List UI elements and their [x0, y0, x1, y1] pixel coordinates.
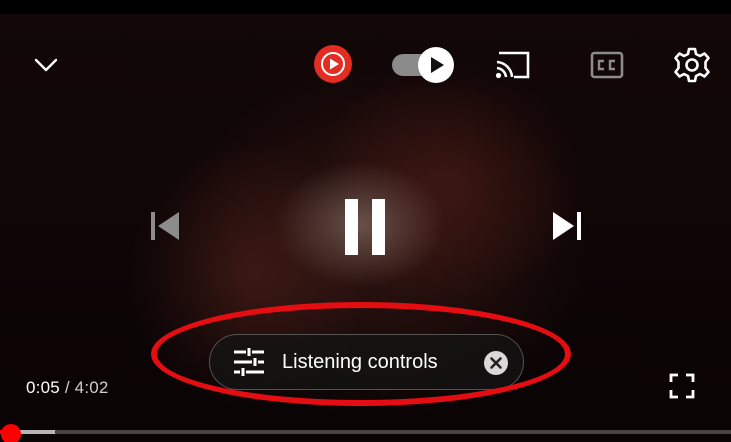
pause-icon[interactable] [332, 190, 396, 262]
annotation-ellipse [151, 302, 571, 406]
youtube-music-icon[interactable] [313, 44, 353, 84]
fullscreen-icon[interactable] [666, 370, 698, 402]
time-separator: / [59, 378, 75, 397]
progress-bar[interactable] [0, 430, 731, 434]
cast-icon[interactable] [493, 48, 533, 82]
cc-icon[interactable] [589, 49, 625, 81]
skip-previous-icon [144, 205, 186, 247]
time-display: 0:05 / 4:02 [26, 378, 109, 398]
gear-icon[interactable] [672, 45, 712, 85]
status-strip [0, 0, 731, 14]
current-time: 0:05 [26, 378, 60, 397]
skip-next-icon[interactable] [546, 205, 588, 247]
total-time: 4:02 [74, 378, 109, 397]
chevron-down-icon[interactable] [28, 50, 64, 80]
progress-scrubber[interactable] [1, 424, 21, 442]
video-player[interactable]: 0:05 / 4:02 Listening controls [0, 0, 731, 442]
autoplay-toggle[interactable] [390, 45, 458, 85]
